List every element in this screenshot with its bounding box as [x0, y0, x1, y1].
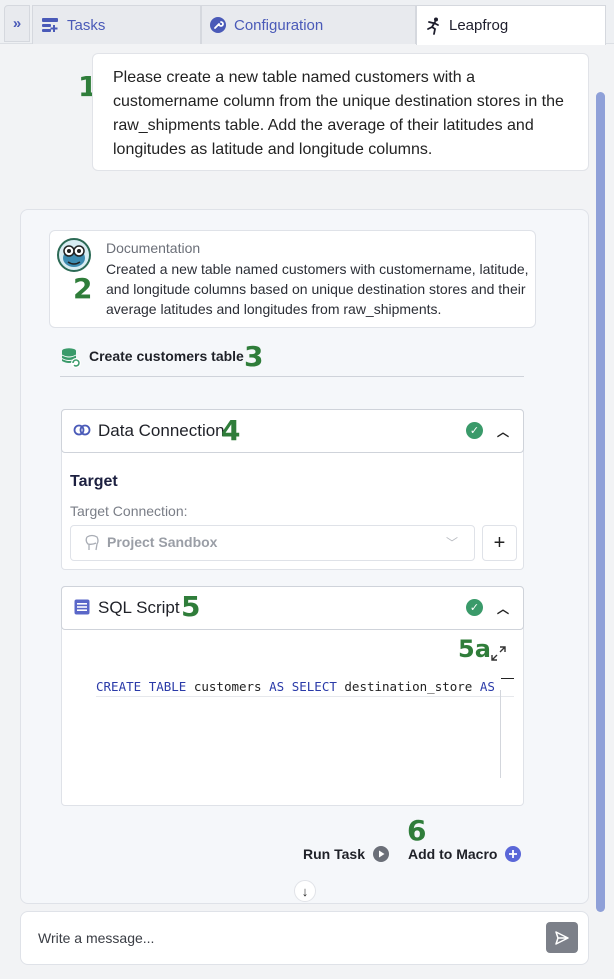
code-scroll-divider: [500, 690, 501, 778]
sql-keyword: AS: [479, 679, 495, 694]
scrollbar-thumb[interactable]: [596, 92, 605, 912]
add-to-macro-button[interactable]: Add to Macro: [408, 846, 522, 862]
collapse-panel-button[interactable]: »: [4, 5, 30, 42]
target-connection-label: Target Connection:: [70, 503, 188, 519]
annotation-4: 4: [221, 414, 241, 447]
send-button[interactable]: [546, 922, 578, 953]
sql-text: customers: [186, 679, 270, 694]
database-refresh-icon: [61, 348, 81, 368]
scroll-down-button[interactable]: ↓: [294, 880, 316, 902]
check-circle-icon: ✓: [466, 422, 483, 439]
runner-icon: [427, 17, 439, 35]
check-circle-icon: ✓: [466, 599, 483, 616]
elephant-icon: [85, 534, 99, 551]
target-connection-value: Project Sandbox: [107, 534, 218, 550]
data-connection-title: Data Connection: [98, 421, 225, 440]
target-heading: Target: [70, 473, 118, 490]
tab-tasks[interactable]: Tasks: [32, 5, 201, 44]
sql-script-title: SQL Script: [98, 598, 180, 617]
plus-circle-icon: [505, 846, 522, 862]
sql-text: destination_store: [336, 679, 480, 694]
annotation-2: 2: [73, 272, 93, 305]
sql-keyword: SELECT: [291, 679, 337, 694]
tasks-icon: [42, 18, 58, 32]
assistant-avatar: [57, 238, 91, 272]
tab-configuration[interactable]: Configuration: [201, 5, 416, 44]
arrow-down-icon: ↓: [301, 883, 309, 899]
wrench-icon: [210, 17, 226, 33]
run-task-label: Run Task: [303, 846, 365, 862]
add-to-macro-label: Add to Macro: [408, 846, 498, 862]
user-prompt: Please create a new table named customer…: [92, 53, 589, 171]
double-chevron-right-icon: »: [12, 15, 22, 32]
tab-leapfrog-label: Leapfrog: [449, 17, 509, 34]
tab-tasks-label: Tasks: [67, 16, 106, 34]
code-cursor: [501, 678, 514, 679]
annotation-5: 5: [181, 590, 201, 623]
sql-code-line[interactable]: CREATE TABLE customers AS SELECT destina…: [96, 679, 514, 697]
tab-leapfrog[interactable]: Leapfrog: [416, 5, 606, 45]
play-circle-icon: [372, 846, 389, 862]
annotation-6: 6: [407, 814, 427, 847]
chevron-down-icon: ﹀: [446, 536, 459, 550]
link-rings-icon: [73, 424, 91, 436]
tab-configuration-label: Configuration: [234, 16, 324, 34]
annotation-5a: 5a: [458, 635, 491, 663]
sql-keyword: AS: [269, 679, 285, 694]
sql-keyword: CREATE: [96, 679, 142, 694]
chevron-up-icon[interactable]: ︿: [497, 600, 509, 617]
chevron-up-icon[interactable]: ︿: [497, 423, 509, 440]
run-task-button[interactable]: Run Task: [303, 846, 389, 862]
expand-icon[interactable]: [491, 646, 506, 661]
message-input[interactable]: [38, 927, 518, 949]
send-icon: [555, 930, 569, 945]
documentation-title: Documentation: [106, 240, 201, 256]
sql-keyword: TABLE: [148, 679, 187, 694]
step-label: Create customers table: [89, 348, 244, 364]
add-connection-button[interactable]: +: [482, 525, 517, 561]
script-document-icon: [74, 599, 90, 615]
documentation-text: Created a new table named customers with…: [106, 261, 529, 317]
annotation-3: 3: [244, 340, 264, 373]
